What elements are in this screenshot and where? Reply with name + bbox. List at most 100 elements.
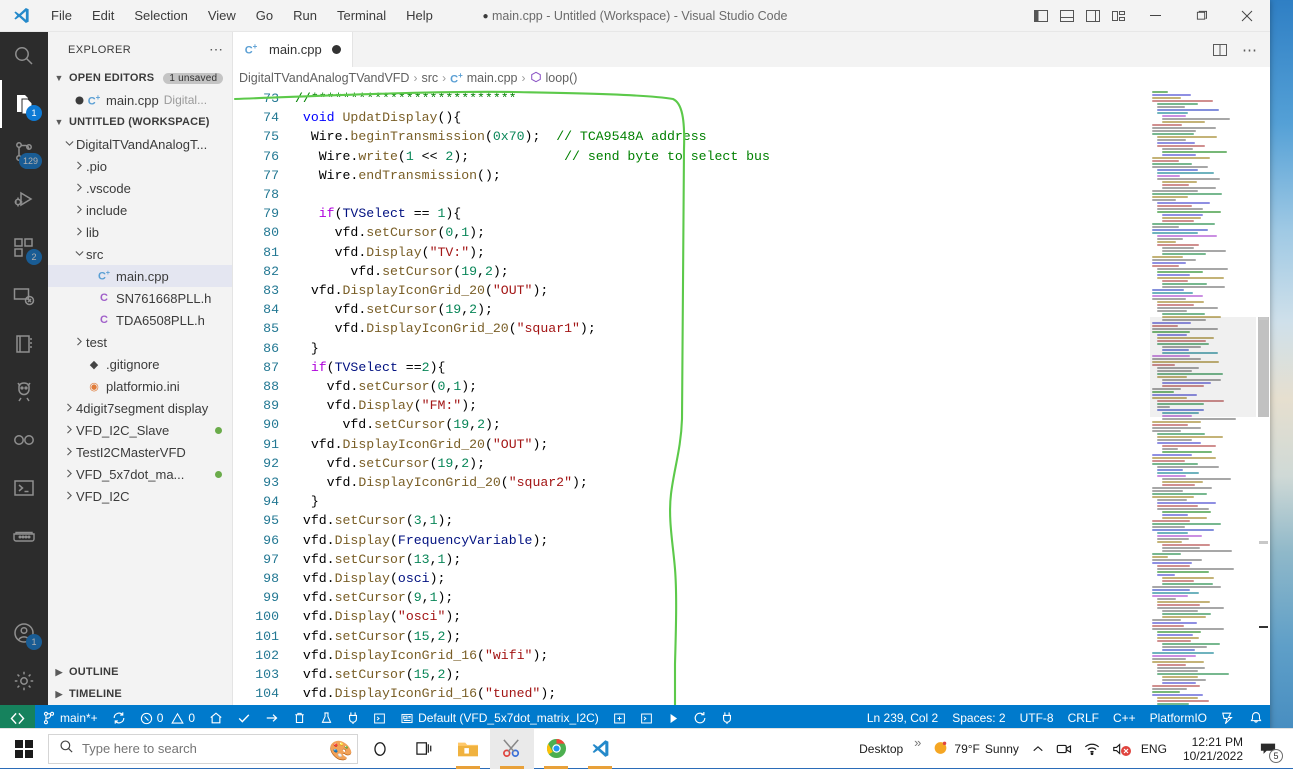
chevron-right-icon[interactable] bbox=[62, 489, 76, 504]
tray-overflow-icon[interactable]: » bbox=[911, 729, 924, 769]
breadcrumb-project[interactable]: DigitalTVandAnalogTVandVFD bbox=[239, 71, 409, 85]
minimap[interactable] bbox=[1150, 89, 1270, 705]
activity-remote-explorer-icon[interactable] bbox=[0, 272, 48, 320]
taskbar-task-view-icon[interactable] bbox=[402, 729, 446, 769]
menu-edit[interactable]: Edit bbox=[83, 4, 123, 27]
tab-dirty-dot[interactable] bbox=[332, 45, 341, 54]
minimize-button[interactable] bbox=[1132, 0, 1178, 32]
close-button[interactable] bbox=[1224, 0, 1270, 32]
breadcrumb-file[interactable]: C+ main.cpp bbox=[450, 71, 517, 86]
tree-item-main-cpp[interactable]: C+main.cpp bbox=[48, 265, 232, 287]
taskbar-cortana-icon[interactable] bbox=[358, 729, 402, 769]
tree-item-vfd-i2c-slave[interactable]: VFD_I2C_Slave bbox=[48, 419, 232, 441]
show-desktop-button[interactable]: Desktop bbox=[853, 729, 909, 769]
activity-settings-gear-icon[interactable] bbox=[0, 657, 48, 705]
windows-start-icon[interactable] bbox=[0, 729, 48, 769]
tab-main-cpp[interactable]: C+ main.cpp bbox=[233, 32, 353, 67]
section-open-editors[interactable]: ▼ OPEN EDITORS 1 unsaved bbox=[48, 67, 232, 89]
activity-run-debug-icon[interactable] bbox=[0, 176, 48, 224]
maximize-button[interactable] bbox=[1178, 0, 1224, 32]
split-editor-icon[interactable] bbox=[1206, 32, 1234, 67]
activity-platformio-icon[interactable] bbox=[0, 368, 48, 416]
activity-notebook-icon[interactable] bbox=[0, 320, 48, 368]
editor-scrollbar-thumb[interactable] bbox=[1258, 317, 1269, 417]
activity-explorer-icon[interactable]: 1 bbox=[0, 80, 48, 128]
activity-source-control-icon[interactable]: 129 bbox=[0, 128, 48, 176]
chevron-right-icon[interactable] bbox=[72, 225, 86, 240]
chevron-right-icon[interactable] bbox=[62, 445, 76, 460]
tree-item-test[interactable]: test bbox=[48, 331, 232, 353]
taskbar-vscode-icon[interactable] bbox=[578, 729, 622, 769]
menu-help[interactable]: Help bbox=[397, 4, 442, 27]
menu-terminal[interactable]: Terminal bbox=[328, 4, 395, 27]
chevron-down-icon[interactable] bbox=[72, 247, 86, 262]
tree-item-gitignore[interactable]: ◆.gitignore bbox=[48, 353, 232, 375]
open-editor-item-main-cpp[interactable]: C+ main.cpp Digital... bbox=[48, 89, 232, 111]
tree-item-vfd-i2c[interactable]: VFD_I2C bbox=[48, 485, 232, 507]
section-workspace[interactable]: ▼ UNTITLED (WORKSPACE) bbox=[48, 111, 232, 133]
code-scroll-region[interactable]: 73//************************** 74 void U… bbox=[233, 89, 1150, 705]
editor-scrollbar[interactable] bbox=[1256, 89, 1270, 705]
tree-item-platformio-ini[interactable]: ◉platformio.ini bbox=[48, 375, 232, 397]
activity-accounts-icon[interactable]: 1 bbox=[0, 609, 48, 657]
toggle-primary-sidebar-icon[interactable] bbox=[1028, 0, 1054, 32]
toggle-secondary-sidebar-icon[interactable] bbox=[1080, 0, 1106, 32]
taskbar-file-explorer-icon[interactable] bbox=[446, 729, 490, 769]
menu-bar[interactable]: File Edit Selection View Go Run Terminal… bbox=[42, 4, 442, 27]
activity-search-icon[interactable] bbox=[0, 32, 48, 80]
tree-item-vfd-5x7dot-ma[interactable]: VFD_5x7dot_ma... bbox=[48, 463, 232, 485]
code-editor[interactable]: 73//************************** 74 void U… bbox=[233, 89, 1270, 705]
dirty-indicator-icon[interactable] bbox=[72, 93, 86, 108]
activity-extensions-icon[interactable]: 2 bbox=[0, 224, 48, 272]
chevron-right-icon[interactable] bbox=[72, 335, 86, 350]
breadcrumb-folder[interactable]: src bbox=[421, 71, 438, 85]
section-timeline[interactable]: ▶ TIMELINE bbox=[48, 683, 232, 705]
chevron-right-icon[interactable] bbox=[72, 181, 86, 196]
wifi-icon[interactable] bbox=[1079, 729, 1105, 769]
language-indicator[interactable]: ENG bbox=[1135, 729, 1173, 769]
activity-infinity-icon[interactable] bbox=[0, 416, 48, 464]
meet-now-icon[interactable] bbox=[1051, 729, 1077, 769]
editor-more-actions-icon[interactable]: ⋯ bbox=[1236, 32, 1264, 67]
tree-item-pio[interactable]: .pio bbox=[48, 155, 232, 177]
menu-run[interactable]: Run bbox=[284, 4, 326, 27]
menu-view[interactable]: View bbox=[199, 4, 245, 27]
chevron-right-icon[interactable] bbox=[62, 423, 76, 438]
chevron-down-icon[interactable] bbox=[62, 137, 76, 152]
customize-layout-icon[interactable] bbox=[1106, 0, 1132, 32]
chevron-right-icon[interactable] bbox=[62, 401, 76, 416]
taskbar-clock[interactable]: 12:21 PM 10/21/2022 bbox=[1175, 735, 1251, 763]
tree-item-sn761668pll-h[interactable]: CSN761668PLL.h bbox=[48, 287, 232, 309]
tree-item-tda6508pll-h[interactable]: CTDA6508PLL.h bbox=[48, 309, 232, 331]
menu-selection[interactable]: Selection bbox=[125, 4, 196, 27]
taskbar-search[interactable]: 🎨 bbox=[48, 734, 358, 764]
search-input[interactable] bbox=[82, 741, 347, 756]
tree-item-include[interactable]: include bbox=[48, 199, 232, 221]
sidebar-more-actions-icon[interactable]: ⋯ bbox=[209, 41, 224, 58]
notification-center-button[interactable]: 5 bbox=[1253, 729, 1287, 769]
chevron-right-icon[interactable] bbox=[72, 159, 86, 174]
minimap-viewport-slider[interactable] bbox=[1150, 317, 1256, 417]
weather-widget[interactable]: 79°F Sunny bbox=[926, 729, 1025, 769]
menu-go[interactable]: Go bbox=[247, 4, 282, 27]
tree-item-4digit7segment-display[interactable]: 4digit7segment display bbox=[48, 397, 232, 419]
toggle-panel-icon[interactable] bbox=[1054, 0, 1080, 32]
source-code[interactable]: 73//************************** 74 void U… bbox=[233, 89, 1150, 705]
tree-item-lib[interactable]: lib bbox=[48, 221, 232, 243]
tree-item-digitaltvandanalogt[interactable]: DigitalTVandAnalogT... bbox=[48, 133, 232, 155]
minimap-line bbox=[1162, 547, 1200, 549]
volume-muted-icon[interactable] bbox=[1107, 729, 1133, 769]
activity-serial-monitor-icon[interactable] bbox=[0, 512, 48, 560]
breadcrumb-symbol[interactable]: loop() bbox=[530, 71, 578, 86]
tree-item-testi2cmastervfd[interactable]: TestI2CMasterVFD bbox=[48, 441, 232, 463]
taskbar-chrome-icon[interactable] bbox=[534, 729, 578, 769]
tray-expand-icon[interactable] bbox=[1027, 729, 1049, 769]
chevron-right-icon[interactable] bbox=[62, 467, 76, 482]
tree-item-vscode[interactable]: .vscode bbox=[48, 177, 232, 199]
taskbar-snipping-tool-icon[interactable] bbox=[490, 729, 534, 769]
chevron-right-icon[interactable] bbox=[72, 203, 86, 218]
activity-terminal-icon[interactable] bbox=[0, 464, 48, 512]
section-outline[interactable]: ▶ OUTLINE bbox=[48, 661, 232, 683]
tree-item-src[interactable]: src bbox=[48, 243, 232, 265]
menu-file[interactable]: File bbox=[42, 4, 81, 27]
